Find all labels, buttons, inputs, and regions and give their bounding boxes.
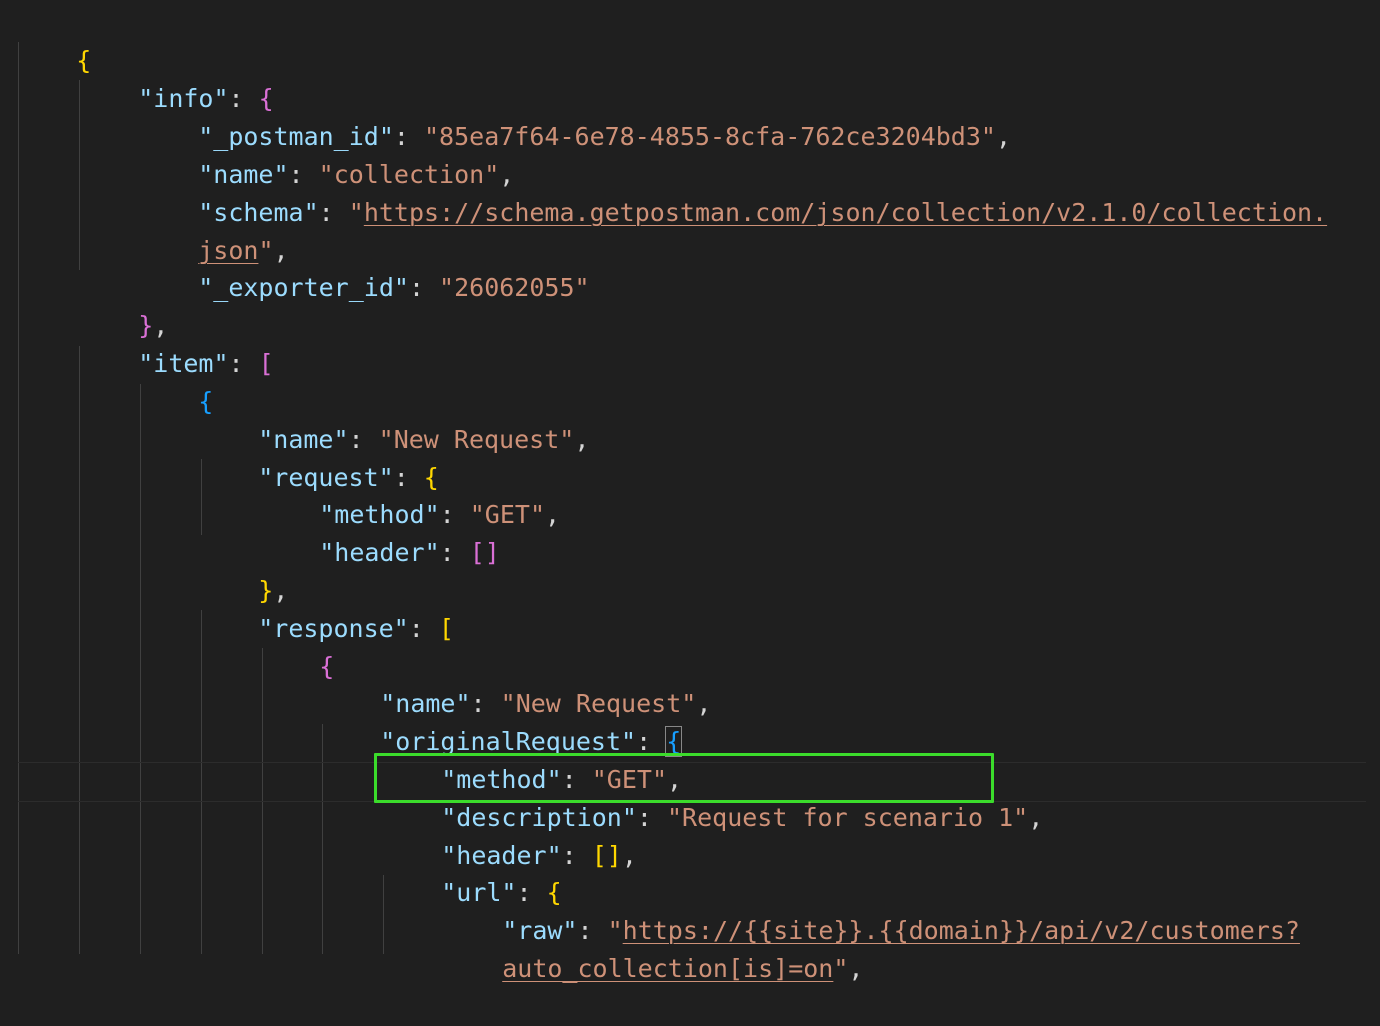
annotation-highlight-box xyxy=(374,753,994,803)
header-key: "header" xyxy=(319,538,440,567)
code-line: auto_collection[is]=on", xyxy=(502,954,864,983)
schema-link[interactable]: https://schema.getpostman.com/json/colle… xyxy=(364,198,1327,227)
code-line: { xyxy=(198,387,214,416)
exporter-id-value: "26062055" xyxy=(439,273,590,302)
code-line: "header": [] xyxy=(319,538,500,567)
code-line: "header": [], xyxy=(441,841,637,870)
code-line: "_postman_id": "85ea7f64-6e78-4855-8cfa-… xyxy=(198,122,1012,151)
code-line: "item": [ xyxy=(138,349,274,378)
code-line: { xyxy=(319,652,335,681)
code-line: "schema": "https://schema.getpostman.com… xyxy=(198,198,1328,227)
code-editor[interactable]: { "info": { "_postman_id": "85ea7f64-6e7… xyxy=(0,0,1380,983)
indent-guide xyxy=(79,346,80,954)
code-line: "url": { xyxy=(441,878,562,907)
code-line: "method": "GET", xyxy=(319,500,561,529)
code-line: "originalRequest": { xyxy=(380,726,683,757)
code-line: "info": { xyxy=(138,84,274,113)
code-line: "response": [ xyxy=(258,614,454,643)
code-line: "name": "New Request", xyxy=(380,689,712,718)
raw-url-link-continued[interactable]: auto_collection[is]=on xyxy=(502,954,833,983)
code-line: "name": "New Request", xyxy=(258,425,590,454)
code-line: "_exporter_id": "26062055" xyxy=(198,273,590,302)
code-line: "request": { xyxy=(258,463,439,492)
indent-guide xyxy=(18,42,19,954)
code-line: "raw": "https://{{site}}.{{domain}}/api/… xyxy=(502,916,1300,945)
description-value: "Request for scenario 1" xyxy=(667,803,1029,832)
code-line: }, xyxy=(258,576,289,605)
code-line: }, xyxy=(138,311,169,340)
code-line: { xyxy=(16,4,91,75)
exporter-id-key: "_exporter_id" xyxy=(198,273,409,302)
indent-guide xyxy=(140,384,141,954)
code-line: "name": "collection", xyxy=(198,160,515,189)
code-line: json", xyxy=(198,236,289,265)
